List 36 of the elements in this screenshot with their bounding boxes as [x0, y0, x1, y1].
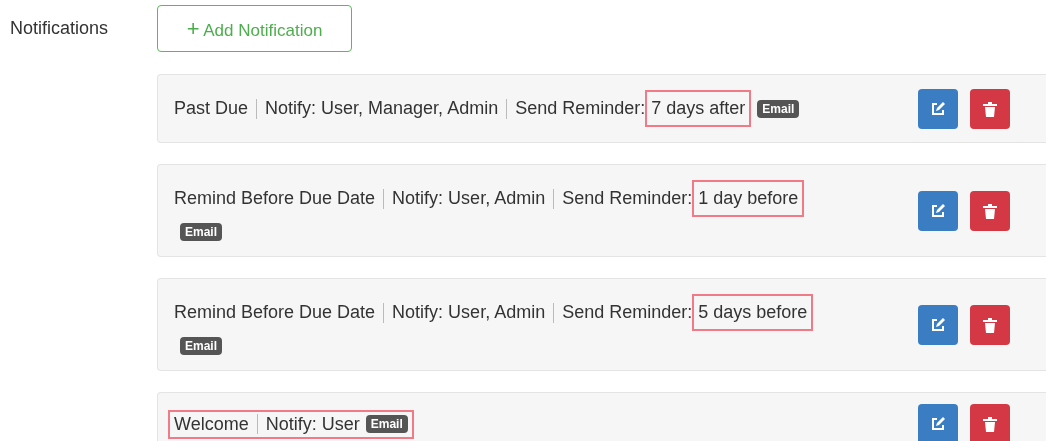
reminder-value: 5 days before — [692, 294, 814, 331]
notify-recipients: Notify: User, Admin — [392, 188, 546, 209]
reminder-label: Send Reminder: — [562, 188, 693, 209]
reminder-label: Send Reminder: — [515, 98, 646, 119]
section-label: Notifications — [9, 17, 110, 40]
reminder-label: Send Reminder: — [562, 302, 693, 323]
email-tag: Email — [757, 99, 800, 118]
delete-button[interactable] — [970, 190, 1010, 231]
edit-button[interactable] — [918, 304, 958, 345]
edit-button[interactable] — [918, 190, 958, 231]
notification-name: Past Due — [174, 98, 249, 119]
notification-name: Remind Before Due Date — [174, 188, 376, 209]
edit-button[interactable] — [918, 88, 958, 129]
trash-icon — [983, 100, 997, 117]
email-tag: Email — [365, 415, 408, 433]
trash-icon — [983, 316, 997, 333]
email-tag: Email — [180, 223, 222, 241]
notification-name: Remind Before Due Date — [174, 302, 376, 323]
notify-recipients: Notify: User, Manager, Admin — [265, 98, 499, 119]
delete-button[interactable] — [970, 404, 1010, 441]
edit-icon — [930, 416, 946, 432]
edit-icon — [930, 202, 946, 219]
trash-icon — [983, 416, 997, 432]
email-tag: Email — [180, 337, 222, 355]
delete-button[interactable] — [970, 88, 1010, 129]
notify-recipients: Notify: User — [265, 413, 360, 435]
notification-name: Welcome — [174, 413, 249, 435]
reminder-value: 7 days after — [645, 90, 752, 127]
edit-icon — [930, 100, 946, 117]
add-notification-button[interactable]: + Add Notification — [157, 5, 352, 52]
edit-button[interactable] — [918, 404, 958, 441]
trash-icon — [983, 202, 997, 219]
notify-recipients: Notify: User, Admin — [392, 302, 546, 323]
edit-icon — [930, 316, 946, 333]
delete-button[interactable] — [970, 304, 1010, 345]
reminder-value: 1 day before — [692, 180, 805, 217]
